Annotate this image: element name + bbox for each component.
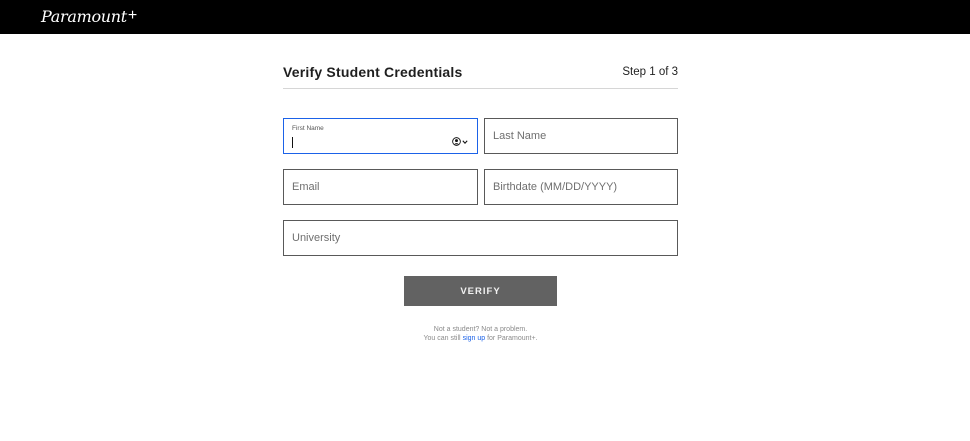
form-header: Verify Student Credentials Step 1 of 3 — [283, 62, 678, 89]
sign-up-link[interactable]: sign up — [463, 335, 486, 342]
university-field[interactable]: University — [283, 220, 678, 256]
birthdate-placeholder: Birthdate (MM/DD/YYYY) — [493, 181, 618, 193]
step-indicator: Step 1 of 3 — [622, 66, 678, 78]
email-field[interactable]: Email — [283, 169, 478, 205]
first-name-field[interactable]: First Name — [283, 118, 478, 154]
person-circle-icon — [452, 137, 461, 146]
logo-text: Paramount — [41, 6, 127, 26]
sign-up-text: You can still sign up for Paramount+. — [283, 335, 678, 342]
sign-up-suffix: for Paramount+. — [487, 335, 538, 342]
chevron-down-icon — [462, 139, 468, 144]
first-name-label: First Name — [292, 125, 324, 132]
paramount-plus-logo[interactable]: Paramount + — [41, 6, 137, 26]
university-placeholder: University — [292, 232, 341, 244]
birthdate-field[interactable]: Birthdate (MM/DD/YYYY) — [484, 169, 678, 205]
last-name-placeholder: Last Name — [493, 130, 547, 142]
logo-plus: + — [127, 7, 137, 24]
verify-button[interactable]: VERIFY — [404, 276, 557, 306]
not-student-text: Not a student? Not a problem. — [433, 326, 528, 333]
top-bar: Paramount + — [0, 0, 970, 34]
email-placeholder: Email — [292, 181, 320, 193]
autofill-button[interactable] — [452, 137, 468, 146]
page-title: Verify Student Credentials — [283, 64, 463, 80]
sign-up-prefix: You can still — [423, 335, 461, 342]
text-caret — [292, 137, 293, 148]
last-name-field[interactable]: Last Name — [484, 118, 678, 154]
